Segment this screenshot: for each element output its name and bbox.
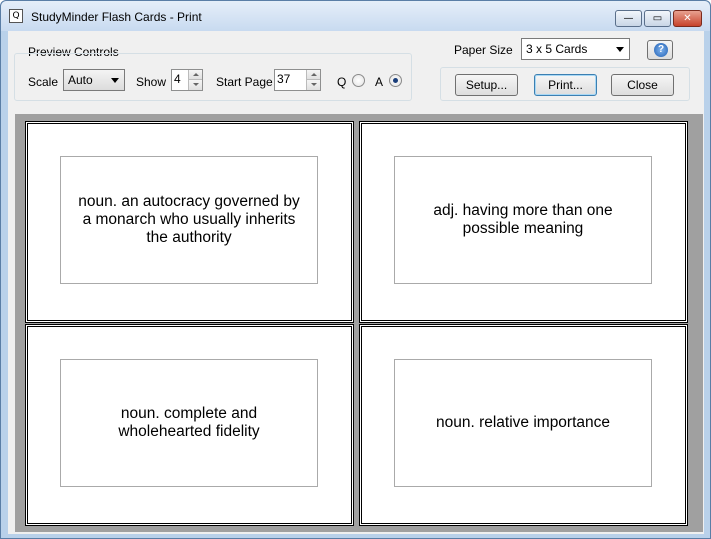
card-text: noun. an autocracy governed by a monarch… (78, 193, 300, 246)
card-text-box: noun. relative importance (394, 359, 652, 487)
close-icon[interactable]: ✕ (673, 10, 702, 27)
scale-label: Scale (28, 75, 59, 89)
help-icon: ? (654, 43, 668, 57)
q-radio[interactable] (352, 74, 365, 87)
q-label: Q (337, 75, 347, 89)
flash-card: noun. relative importance (360, 325, 687, 525)
show-value: 4 (174, 72, 181, 86)
start-page-decrement-button[interactable] (307, 80, 320, 90)
start-page-label: Start Page (216, 75, 273, 89)
card-text-box: noun. an autocracy governed by a monarch… (60, 156, 318, 284)
start-page-value: 37 (277, 72, 291, 86)
start-page-stepper[interactable]: 37 (274, 69, 321, 91)
start-page-stepper-buttons (306, 70, 320, 90)
print-button[interactable]: Print... (534, 74, 597, 96)
title-bar[interactable]: Q StudyMinder Flash Cards - Print — ▭ ✕ (1, 1, 710, 31)
a-radio[interactable] (389, 74, 402, 87)
maximize-icon[interactable]: ▭ (644, 10, 671, 27)
paper-size-label: Paper Size (454, 43, 513, 57)
card-text-box: adj. having more than one possible meani… (394, 156, 652, 284)
paper-size-select[interactable]: 3 x 5 Cards (521, 38, 630, 60)
scale-value: Auto (68, 73, 93, 87)
show-stepper-buttons (188, 70, 202, 90)
chevron-down-icon (111, 78, 119, 83)
flash-card: adj. having more than one possible meani… (360, 122, 687, 322)
app-icon[interactable]: Q (9, 9, 23, 23)
print-preview-area: noun. an autocracy governed by a monarch… (15, 114, 703, 532)
a-label: A (375, 75, 384, 89)
scale-select[interactable]: Auto (63, 69, 125, 91)
window-title: StudyMinder Flash Cards - Print (31, 10, 202, 24)
card-text: noun. complete and wholehearted fidelity (118, 405, 260, 440)
show-stepper[interactable]: 4 (171, 69, 203, 91)
flash-card: noun. complete and wholehearted fidelity (26, 325, 353, 525)
start-page-increment-button[interactable] (307, 70, 320, 80)
help-button[interactable]: ? (647, 40, 673, 60)
card-text: adj. having more than one possible meani… (433, 202, 613, 237)
chevron-down-icon (616, 47, 624, 52)
show-label: Show (136, 75, 167, 89)
show-increment-button[interactable] (189, 70, 202, 80)
setup-button[interactable]: Setup... (455, 74, 518, 96)
show-decrement-button[interactable] (189, 80, 202, 90)
paper-size-value: 3 x 5 Cards (526, 42, 588, 56)
card-text-box: noun. complete and wholehearted fidelity (60, 359, 318, 487)
close-button[interactable]: Close (611, 74, 674, 96)
flash-card: noun. an autocracy governed by a monarch… (26, 122, 353, 322)
card-text: noun. relative importance (435, 414, 611, 431)
minimize-icon[interactable]: — (615, 10, 642, 27)
dialog-client: Preview Controls Scale Auto Show 4 Start… (8, 31, 704, 534)
print-window: Q StudyMinder Flash Cards - Print — ▭ ✕ … (0, 0, 711, 539)
